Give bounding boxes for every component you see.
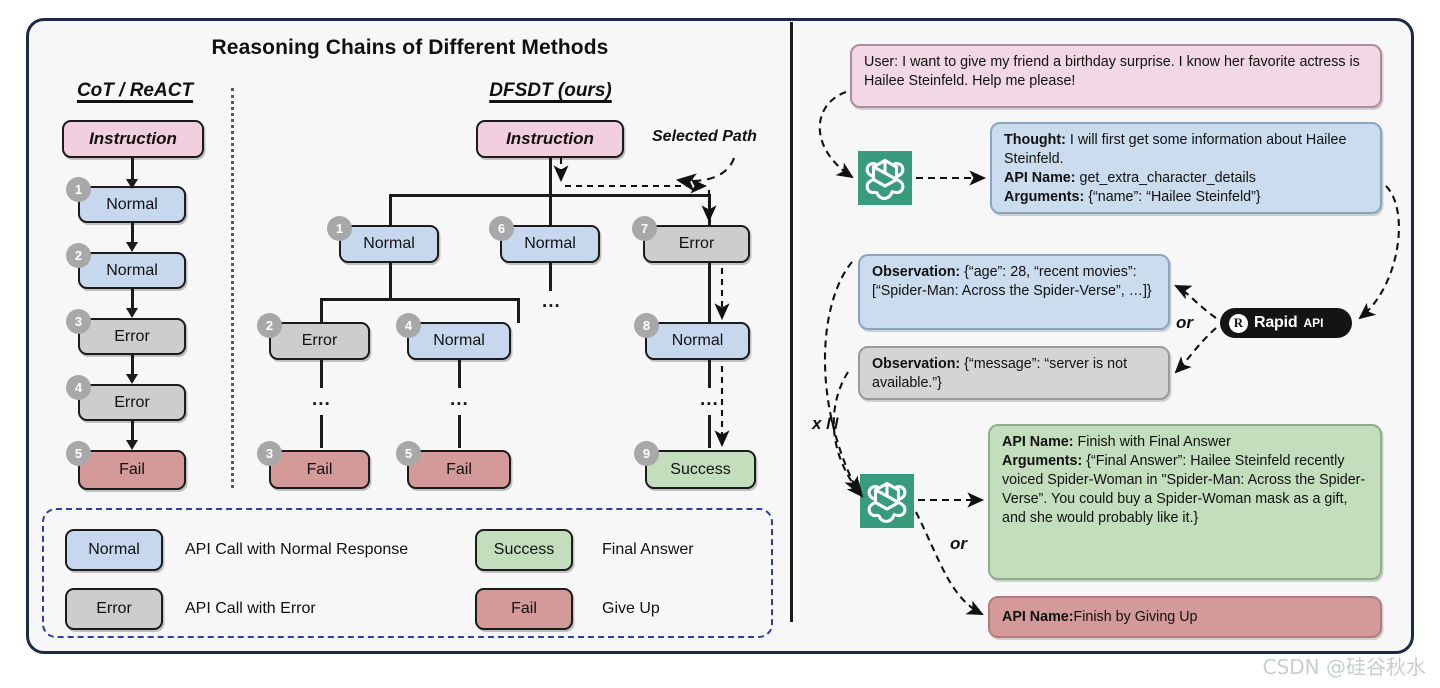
dfsdt-ellipsis-2: ... bbox=[312, 389, 331, 410]
cot-badge-1: 1 bbox=[66, 177, 91, 202]
cot-node-4[interactable]: Error bbox=[78, 384, 186, 421]
cot-badge-5: 5 bbox=[66, 441, 91, 466]
or-label-final: or bbox=[950, 534, 967, 553]
dfsdt-node-2[interactable]: Error bbox=[269, 322, 370, 360]
panel-divider bbox=[790, 22, 793, 622]
dfsdt-badge-4: 4 bbox=[396, 313, 421, 338]
legend-desc-normal: API Call with Normal Response bbox=[185, 541, 409, 558]
cot-badge-4: 4 bbox=[66, 375, 91, 400]
observation-error-label: Observation: bbox=[872, 356, 961, 372]
dfsdt-badge-9: 9 bbox=[634, 441, 659, 466]
dfsdt-edge-2-fail bbox=[320, 415, 323, 448]
legend-swatch-fail: Fail bbox=[475, 588, 573, 630]
legend-swatch-normal: Normal bbox=[65, 529, 163, 571]
legend-desc-fail: Give Up bbox=[602, 600, 660, 617]
legend-swatch-error: Error bbox=[65, 588, 163, 630]
cot-node-5[interactable]: Fail bbox=[78, 450, 186, 490]
dfsdt-edge-1-sub bbox=[389, 263, 392, 300]
dfsdt-badge-1: 1 bbox=[327, 216, 352, 241]
rapidapi-suffix: API bbox=[1303, 316, 1324, 330]
dfsdt-bus bbox=[389, 194, 711, 197]
dfsdt-node-9[interactable]: Success bbox=[645, 450, 756, 489]
dfsdt-edge-6-dots bbox=[549, 263, 552, 291]
dfsdt-instruction-node[interactable]: Instruction bbox=[476, 120, 624, 158]
giveup-api-label: API Name: bbox=[1002, 608, 1074, 625]
cot-badge-2: 2 bbox=[66, 243, 91, 268]
dfsdt-ellipsis-4: ... bbox=[450, 389, 469, 410]
dfsdt-ellipsis-6: ... bbox=[542, 291, 561, 312]
openai-logo-icon bbox=[858, 151, 912, 205]
dfsdt-drop-2 bbox=[320, 298, 323, 323]
dfsdt-badge-8: 8 bbox=[634, 313, 659, 338]
legend-desc-error: API Call with Error bbox=[185, 600, 316, 617]
dfsdt-badge-3: 3 bbox=[257, 441, 282, 466]
thought-api-label: API Name: bbox=[1004, 170, 1076, 186]
dfsdt-node-6[interactable]: Normal bbox=[500, 225, 600, 263]
thought-bubble: Thought: I will first get some informati… bbox=[990, 122, 1382, 214]
thought-args-label: Arguments: bbox=[1004, 189, 1085, 205]
cot-arrow-4 bbox=[126, 440, 138, 450]
rapidapi-name: Rapid bbox=[1254, 314, 1298, 331]
cot-node-2[interactable]: Normal bbox=[78, 252, 186, 289]
cot-badge-3: 3 bbox=[66, 309, 91, 334]
dfsdt-edge-4-dots bbox=[458, 360, 461, 388]
cot-arrow-1 bbox=[126, 242, 138, 252]
dfsdt-node-1[interactable]: Normal bbox=[339, 225, 439, 263]
dfsdt-badge-5: 5 bbox=[396, 441, 421, 466]
dfsdt-node-7[interactable]: Error bbox=[643, 225, 750, 263]
cot-node-3[interactable]: Error bbox=[78, 318, 186, 355]
cot-arrow-2 bbox=[126, 308, 138, 318]
dfsdt-edge-7-8 bbox=[708, 263, 711, 323]
observation-ok-label: Observation: bbox=[872, 264, 961, 280]
cot-heading: CoT / ReACT bbox=[76, 80, 194, 101]
cot-instruction-node[interactable]: Instruction bbox=[62, 120, 204, 158]
dfsdt-edge-2-dots bbox=[320, 360, 323, 388]
dfsdt-drop-7 bbox=[708, 194, 711, 226]
dfsdt-bus-2 bbox=[320, 298, 520, 301]
selected-path-label: Selected Path bbox=[652, 128, 757, 145]
final-answer-bubble: API Name: Finish with Final Answer Argum… bbox=[988, 424, 1382, 580]
final-args-label: Arguments: bbox=[1002, 453, 1083, 469]
final-api-label: API Name: bbox=[1002, 434, 1074, 450]
dfsdt-badge-7: 7 bbox=[632, 216, 657, 241]
thought-label: Thought: bbox=[1004, 132, 1066, 148]
dfsdt-edge-8-success bbox=[708, 415, 711, 448]
dfsdt-badge-2: 2 bbox=[257, 313, 282, 338]
thought-api-value: get_extra_character_details bbox=[1075, 170, 1256, 186]
cot-arrow-0 bbox=[126, 179, 138, 189]
method-divider bbox=[231, 88, 234, 488]
cot-node-1[interactable]: Normal bbox=[78, 186, 186, 223]
dfsdt-drop-1 bbox=[389, 194, 392, 226]
user-message-bubble: User: I want to give my friend a birthda… bbox=[850, 44, 1382, 108]
dfsdt-badge-6: 6 bbox=[489, 216, 514, 241]
rapidapi-mark-icon: R bbox=[1229, 313, 1248, 333]
repeat-count-label: x N bbox=[812, 414, 839, 433]
legend-desc-success: Final Answer bbox=[602, 541, 694, 558]
give-up-bubble: API Name: Finish by Giving Up bbox=[988, 596, 1382, 638]
final-api-value: Finish with Final Answer bbox=[1073, 434, 1231, 450]
or-label-observation: or bbox=[1176, 313, 1193, 332]
dfsdt-drop-4 bbox=[517, 298, 520, 323]
figure-title: Reasoning Chains of Different Methods bbox=[211, 36, 609, 59]
dfsdt-edge-8-dots bbox=[708, 360, 711, 388]
dfsdt-heading: DFSDT (ours) bbox=[489, 80, 612, 101]
dfsdt-node-4[interactable]: Normal bbox=[407, 322, 511, 360]
dfsdt-node-5[interactable]: Fail bbox=[407, 450, 511, 489]
observation-error-bubble: Observation: {“message”: “server is not … bbox=[858, 346, 1170, 400]
dfsdt-node-3[interactable]: Fail bbox=[269, 450, 370, 489]
cot-arrow-3 bbox=[126, 374, 138, 384]
thought-args-value: {“name”: “Hailee Steinfeld”} bbox=[1084, 189, 1261, 205]
rapidapi-logo: R Rapid API bbox=[1220, 308, 1352, 338]
legend-swatch-success: Success bbox=[475, 529, 573, 571]
openai-logo-icon-2 bbox=[860, 474, 914, 528]
dfsdt-node-8[interactable]: Normal bbox=[645, 322, 750, 360]
figure-root: Reasoning Chains of Different Methods Co… bbox=[0, 0, 1440, 688]
dfsdt-trunk bbox=[549, 158, 552, 226]
observation-ok-bubble: Observation: {“age”: 28, “recent movies”… bbox=[858, 254, 1170, 330]
watermark: CSDN @硅谷秋水 bbox=[1262, 655, 1426, 679]
dfsdt-ellipsis-8: ... bbox=[700, 389, 719, 410]
giveup-api-value: Finish by Giving Up bbox=[1073, 608, 1198, 625]
dfsdt-edge-4-fail bbox=[458, 415, 461, 448]
